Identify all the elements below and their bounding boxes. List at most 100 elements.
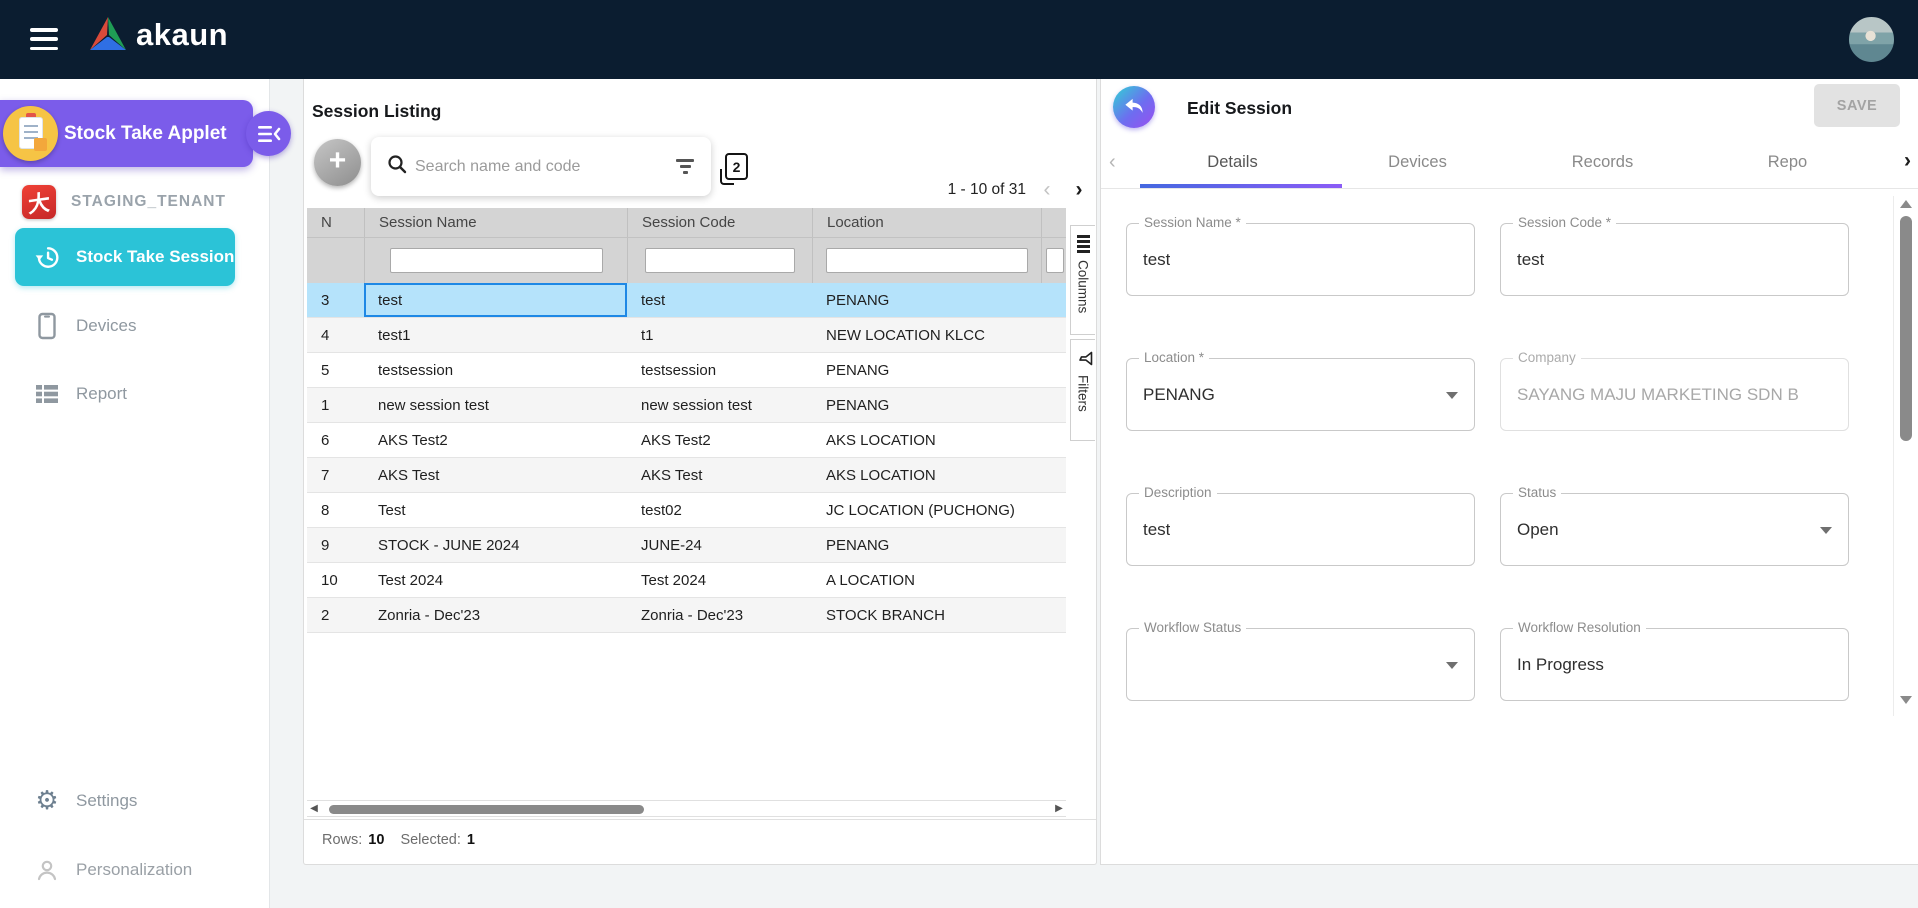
- next-page-icon[interactable]: ›: [1068, 179, 1090, 201]
- cell-session-name[interactable]: new session test: [364, 388, 627, 422]
- cell-partial[interactable]: [1041, 493, 1066, 527]
- cell-session-name[interactable]: AKS Test2: [364, 423, 627, 457]
- table-row[interactable]: 10Test 2024Test 2024A LOCATION: [307, 563, 1066, 598]
- filter-input-session-name[interactable]: [390, 248, 603, 273]
- tab-records[interactable]: Records: [1510, 137, 1695, 188]
- hamburger-menu-icon[interactable]: [30, 28, 58, 50]
- cell-location[interactable]: A LOCATION: [812, 563, 1041, 597]
- table-row[interactable]: 2Zonria - Dec'23Zonria - Dec'23STOCK BRA…: [307, 598, 1066, 633]
- cell-session-code[interactable]: AKS Test: [627, 458, 812, 492]
- search-filter-icon[interactable]: [675, 159, 695, 174]
- cell-location[interactable]: PENANG: [812, 353, 1041, 387]
- cell-session-code[interactable]: testsession: [627, 353, 812, 387]
- sidebar-item-stock-take-session[interactable]: Stock Take Session: [15, 228, 235, 286]
- table-row[interactable]: 6AKS Test2AKS Test2AKS LOCATION: [307, 423, 1066, 458]
- chevron-down-icon[interactable]: [1446, 662, 1458, 669]
- scroll-right-icon[interactable]: ▶: [1052, 803, 1066, 814]
- field-location[interactable]: Location *PENANG: [1126, 358, 1475, 431]
- cell-session-code[interactable]: Test 2024: [627, 563, 812, 597]
- cell-location[interactable]: PENANG: [812, 283, 1041, 317]
- filter-input-partial[interactable]: [1046, 248, 1064, 273]
- cell-partial[interactable]: [1041, 598, 1066, 632]
- filter-input-session-code[interactable]: [645, 248, 795, 273]
- applet-header[interactable]: Stock Take Applet: [0, 100, 253, 167]
- back-button[interactable]: [1113, 86, 1155, 128]
- cell-n[interactable]: 5: [307, 353, 364, 387]
- cell-session-code[interactable]: JUNE-24: [627, 528, 812, 562]
- sidebar-item-settings[interactable]: ⚙ Settings: [0, 772, 270, 830]
- table-row[interactable]: 4test1t1NEW LOCATION KLCC: [307, 318, 1066, 353]
- cell-partial[interactable]: [1041, 388, 1066, 422]
- tab-details[interactable]: Details: [1140, 137, 1325, 188]
- table-row[interactable]: 1new session testnew session testPENANG: [307, 388, 1066, 423]
- vscroll-thumb[interactable]: [1900, 216, 1912, 441]
- cell-location[interactable]: PENANG: [812, 388, 1041, 422]
- sidebar-item-devices[interactable]: Devices: [0, 297, 270, 355]
- cell-session-code[interactable]: new session test: [627, 388, 812, 422]
- cell-session-name[interactable]: Test 2024: [364, 563, 627, 597]
- cell-n[interactable]: 7: [307, 458, 364, 492]
- cell-location[interactable]: STOCK BRANCH: [812, 598, 1041, 632]
- cell-session-name[interactable]: testsession: [364, 353, 627, 387]
- tabs-scroll-right-icon[interactable]: ›: [1904, 149, 1911, 173]
- cell-n[interactable]: 8: [307, 493, 364, 527]
- cell-n[interactable]: 4: [307, 318, 364, 352]
- column-header-session-name[interactable]: Session Name: [364, 208, 627, 237]
- tabs-scroll-left-icon[interactable]: ‹: [1109, 151, 1116, 174]
- field-workflow-status[interactable]: Workflow Status: [1126, 628, 1475, 701]
- columns-panel-tab[interactable]: Columns: [1070, 225, 1095, 335]
- previous-page-icon[interactable]: ‹: [1036, 179, 1058, 201]
- cell-n[interactable]: 1: [307, 388, 364, 422]
- cell-session-name[interactable]: test: [364, 283, 627, 317]
- scroll-down-icon[interactable]: [1900, 696, 1912, 704]
- cell-session-name[interactable]: AKS Test: [364, 458, 627, 492]
- cell-n[interactable]: 9: [307, 528, 364, 562]
- cell-partial[interactable]: [1041, 353, 1066, 387]
- cell-location[interactable]: PENANG: [812, 528, 1041, 562]
- field-status[interactable]: StatusOpen: [1500, 493, 1849, 566]
- filter-input-location[interactable]: [826, 248, 1028, 273]
- tenant-selector[interactable]: 大 STAGING_TENANT: [22, 185, 226, 219]
- tab-devices[interactable]: Devices: [1325, 137, 1510, 188]
- pages-icon[interactable]: 2: [725, 153, 748, 180]
- cell-n[interactable]: 3: [307, 283, 364, 317]
- sidebar-item-report[interactable]: Report: [0, 365, 270, 423]
- hscroll-track[interactable]: [321, 801, 1052, 816]
- cell-n[interactable]: 10: [307, 563, 364, 597]
- cell-session-name[interactable]: Test: [364, 493, 627, 527]
- cell-partial[interactable]: [1041, 528, 1066, 562]
- cell-session-code[interactable]: Zonria - Dec'23: [627, 598, 812, 632]
- field-session-name[interactable]: Session Name *test: [1126, 223, 1475, 296]
- scroll-left-icon[interactable]: ◀: [307, 803, 321, 814]
- cell-session-code[interactable]: t1: [627, 318, 812, 352]
- table-row[interactable]: 7AKS TestAKS TestAKS LOCATION: [307, 458, 1066, 493]
- cell-n[interactable]: 6: [307, 423, 364, 457]
- chevron-down-icon[interactable]: [1446, 392, 1458, 399]
- save-button[interactable]: SAVE: [1814, 84, 1900, 127]
- chevron-down-icon[interactable]: [1820, 527, 1832, 534]
- cell-partial[interactable]: [1041, 283, 1066, 317]
- field-session-code[interactable]: Session Code *test: [1500, 223, 1849, 296]
- cell-partial[interactable]: [1041, 423, 1066, 457]
- user-avatar[interactable]: [1847, 15, 1896, 64]
- tab-reports[interactable]: Repo: [1695, 137, 1880, 188]
- table-row[interactable]: 3testtestPENANG: [307, 283, 1066, 318]
- search-input[interactable]: [415, 158, 675, 176]
- field-workflow-resolution[interactable]: Workflow ResolutionIn Progress: [1500, 628, 1849, 701]
- cell-session-name[interactable]: Zonria - Dec'23: [364, 598, 627, 632]
- cell-n[interactable]: 2: [307, 598, 364, 632]
- field-description[interactable]: Descriptiontest: [1126, 493, 1475, 566]
- hscroll-thumb[interactable]: [329, 805, 644, 814]
- column-header-n[interactable]: N: [307, 208, 364, 237]
- column-header-session-code[interactable]: Session Code: [627, 208, 812, 237]
- cell-partial[interactable]: [1041, 563, 1066, 597]
- cell-partial[interactable]: [1041, 318, 1066, 352]
- filters-panel-tab[interactable]: Filters: [1070, 339, 1095, 441]
- cell-location[interactable]: AKS LOCATION: [812, 458, 1041, 492]
- cell-location[interactable]: JC LOCATION (PUCHONG): [812, 493, 1041, 527]
- cell-partial[interactable]: [1041, 458, 1066, 492]
- sidebar-item-personalization[interactable]: Personalization: [0, 841, 270, 899]
- cell-session-code[interactable]: test02: [627, 493, 812, 527]
- column-header-location[interactable]: Location: [812, 208, 1041, 237]
- cell-location[interactable]: NEW LOCATION KLCC: [812, 318, 1041, 352]
